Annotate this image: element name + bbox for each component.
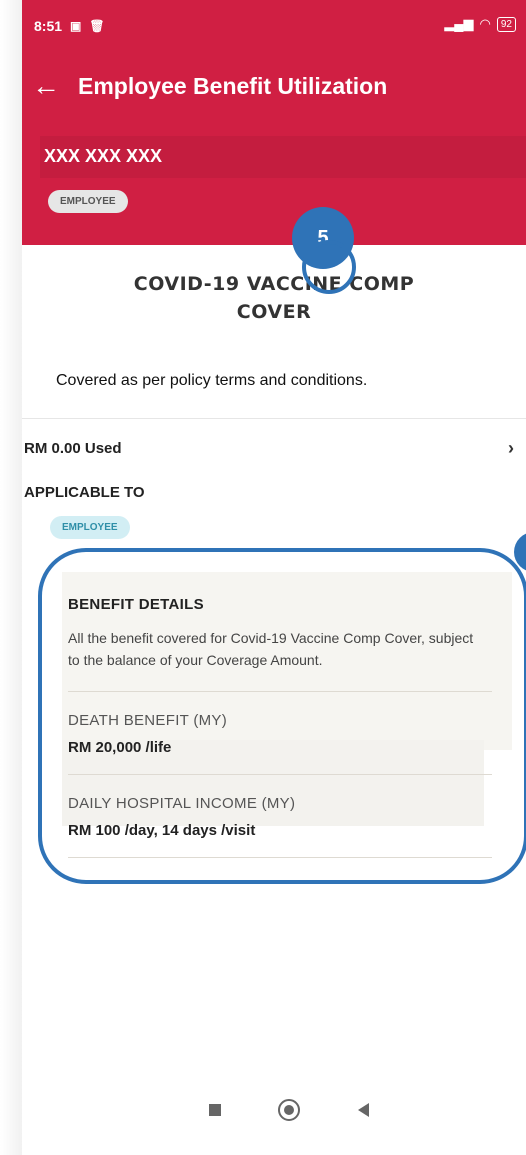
chevron-right-icon: › — [508, 437, 514, 458]
back-arrow-icon[interactable]: ← — [32, 72, 60, 100]
applicable-badge: EMPLOYEE — [50, 516, 130, 539]
divider — [22, 418, 526, 419]
used-row[interactable]: RM 0.00 Used › — [22, 430, 526, 466]
employee-name: XXX XXX XXX — [44, 146, 163, 166]
status-time: 8:51 — [34, 18, 63, 34]
wifi-icon: ◠ — [479, 16, 491, 31]
back-triangle-icon[interactable] — [352, 1098, 376, 1122]
battery-icon: 92 — [496, 16, 516, 32]
app-bar: ← Employee Benefit Utilization — [32, 72, 387, 100]
annotation-circle-5 — [302, 240, 356, 294]
app-header: 8:51 ▣ 🗑 ▂▄▆ ◠ 92 ← Employee Benefit Uti… — [22, 0, 526, 245]
recents-square-icon[interactable] — [203, 1098, 227, 1122]
status-bar-right: ▂▄▆ ◠ 92 — [444, 16, 516, 32]
edge-shadow — [0, 0, 22, 1155]
notification-icon: ▣ — [70, 19, 82, 33]
covered-text: Covered as per policy terms and conditio… — [56, 372, 368, 389]
page-title: Employee Benefit Utilization — [78, 72, 388, 99]
used-amount: RM 0.00 Used — [24, 439, 122, 457]
cover-title-line2: COVER — [236, 301, 312, 323]
cover-title-line1: COVID-19 VACCINE COMP — [133, 273, 415, 295]
cover-title: COVID-19 VACCINE COMP COVER — [22, 270, 526, 326]
signal-icon: ▂▄▆ — [444, 16, 474, 31]
home-circle-icon[interactable] — [277, 1098, 301, 1122]
annotation-rect-6 — [38, 548, 526, 884]
employee-badge: EMPLOYEE — [48, 190, 128, 213]
trash-icon: 🗑 — [89, 19, 105, 33]
status-bar-left: 8:51 ▣ 🗑 — [34, 18, 105, 34]
phone-screen: 8:51 ▣ 🗑 ▂▄▆ ◠ 92 ← Employee Benefit Uti… — [22, 0, 526, 1155]
android-nav-bar — [22, 1085, 526, 1135]
applicable-label: APPLICABLE TO — [24, 484, 145, 501]
